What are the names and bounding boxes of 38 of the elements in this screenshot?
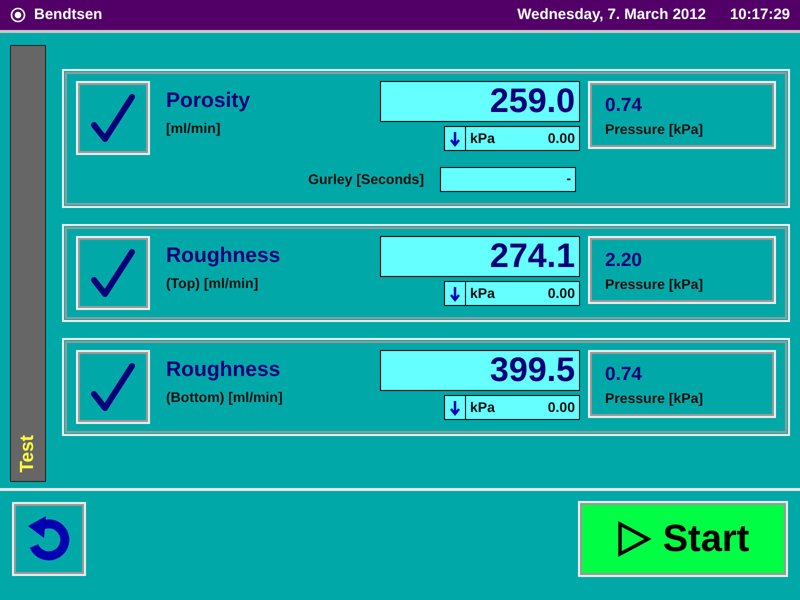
- pressure-value: 0.74: [605, 365, 643, 384]
- measurement-name: Roughness: [166, 358, 282, 382]
- value-display: 259.0: [380, 81, 580, 122]
- side-tab[interactable]: Test: [10, 45, 46, 482]
- app-title: Bendtsen: [34, 4, 102, 25]
- down-arrow-icon: [450, 400, 460, 416]
- checkbox[interactable]: [76, 81, 150, 155]
- flow-display: kPa 0.00: [466, 126, 580, 151]
- check-icon: [90, 93, 136, 143]
- time-text: 10:17:29: [730, 4, 790, 25]
- unit-label: (Bottom) [ml/min]: [166, 388, 284, 408]
- value-display: 399.5: [380, 350, 580, 391]
- down-arrow-icon: [450, 130, 460, 146]
- checkbox[interactable]: [76, 350, 150, 424]
- unit-label: [ml/min]: [166, 119, 222, 138]
- pressure-value: 0.74: [605, 96, 643, 115]
- pressure-label: Pressure [kPa]: [605, 389, 704, 408]
- gurley-field: -: [440, 167, 576, 192]
- gurley-label: Gurley [Seconds]: [308, 170, 424, 189]
- reset-button[interactable]: [12, 502, 86, 576]
- tab-label: Test: [16, 435, 39, 473]
- check-icon: [90, 362, 136, 412]
- pressure-value: 2.20: [605, 251, 643, 270]
- measurement-name: Porosity: [166, 89, 252, 112]
- start-button[interactable]: Start: [578, 501, 788, 577]
- measurement-name: Roughness: [166, 244, 282, 268]
- check-icon: [90, 248, 136, 298]
- unit-label: (Top) [ml/min]: [166, 274, 260, 294]
- radio-icon: [10, 7, 26, 23]
- play-icon: [616, 521, 651, 557]
- date-text: Wednesday, 7. March 2012: [517, 4, 706, 25]
- checkbox[interactable]: [76, 236, 150, 310]
- pressure-label: Pressure [kPa]: [605, 120, 704, 139]
- flow-display: kPa 0.00: [466, 281, 580, 306]
- value-display: 274.1: [380, 236, 580, 277]
- pressure-label: Pressure [kPa]: [605, 275, 704, 294]
- flow-display: kPa 0.00: [466, 395, 580, 420]
- down-arrow-icon: [450, 286, 460, 302]
